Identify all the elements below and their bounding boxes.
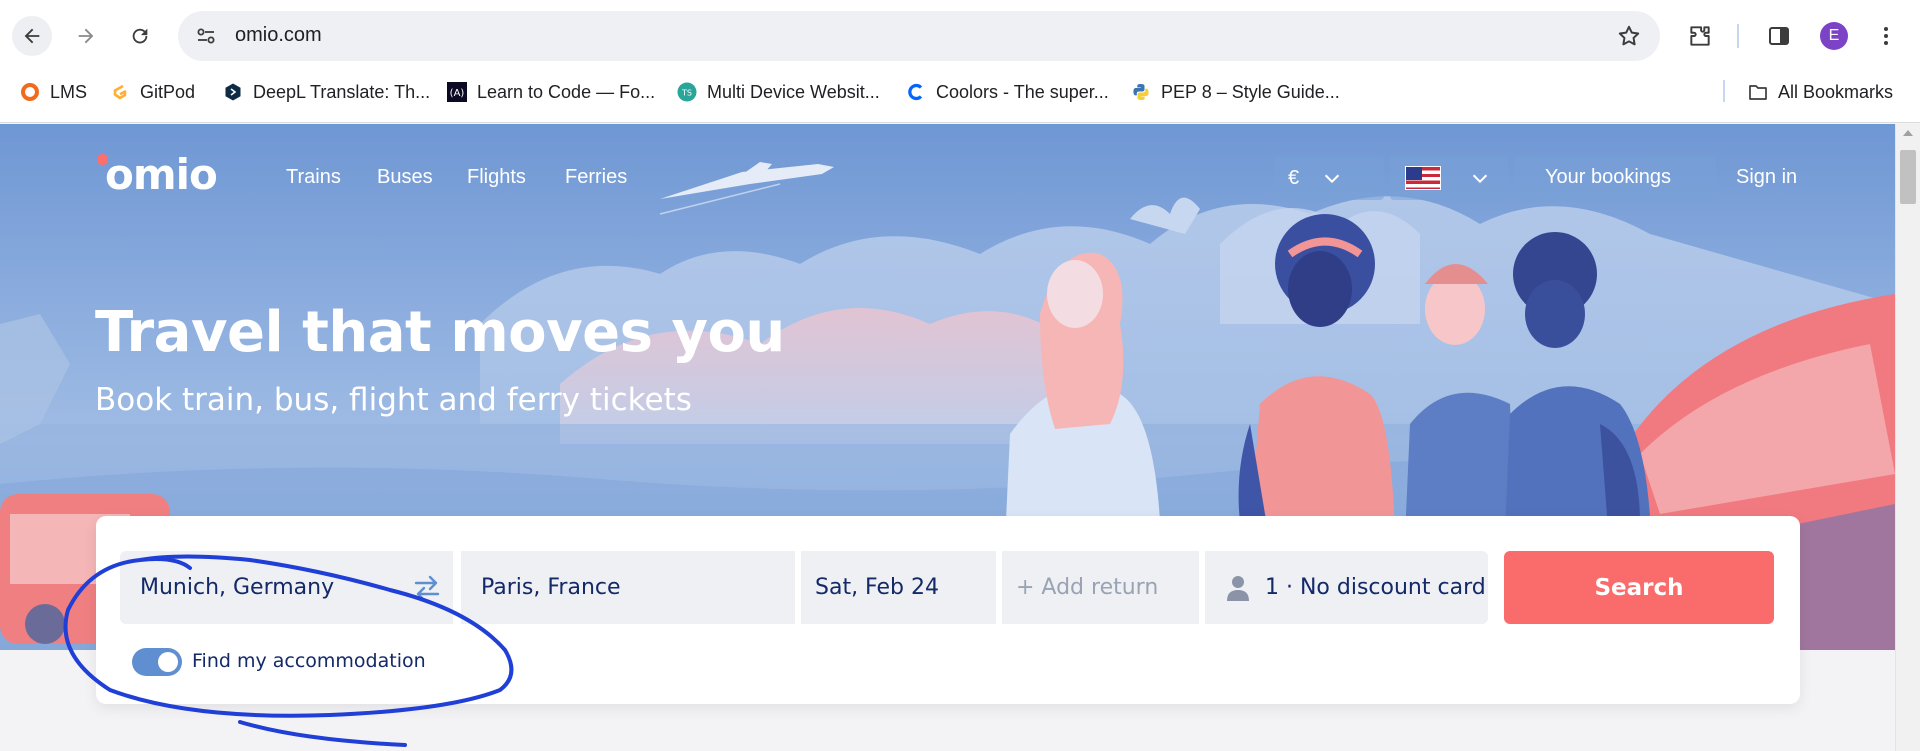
- arrow-right-icon: [78, 28, 94, 44]
- nav-trains[interactable]: Trains: [286, 166, 341, 189]
- add-return-field[interactable]: + Add return: [1002, 551, 1199, 624]
- svg-text:TS: TS: [681, 89, 692, 98]
- lms-icon: [20, 82, 40, 102]
- bookmark-label: Coolors - The super...: [936, 81, 1109, 102]
- bookmark-gitpod[interactable]: GitPod: [110, 78, 195, 106]
- bookmarks-divider: [1723, 80, 1725, 102]
- hero-subtitle: Book train, bus, flight and ferry ticket…: [95, 382, 692, 418]
- all-bookmarks-label: All Bookmarks: [1778, 81, 1894, 102]
- scroll-up-arrow-icon[interactable]: [1903, 130, 1913, 136]
- toolbar-divider: [1737, 24, 1739, 48]
- sign-in-link[interactable]: Sign in: [1736, 166, 1797, 189]
- swap-icon[interactable]: [412, 574, 442, 602]
- accommodation-label: Find my accommodation: [192, 650, 426, 672]
- site-settings-icon[interactable]: [194, 24, 218, 48]
- bookmark-deepl[interactable]: DeepL Translate: Th...: [223, 78, 430, 106]
- chevron-down-icon: [1472, 174, 1488, 184]
- bookmark-label: GitPod: [140, 81, 196, 102]
- chrome-menu-button[interactable]: [1872, 22, 1900, 50]
- hero-title: Travel that moves you: [95, 300, 785, 365]
- folder-icon: [1748, 82, 1768, 102]
- back-button[interactable]: [12, 16, 52, 56]
- bookmark-label: DeepL Translate: Th...: [253, 81, 431, 102]
- person-icon: [1227, 575, 1249, 601]
- bookmarks-bar: LMS GitPod DeepL Translate: Th... (A) Le…: [0, 78, 1920, 114]
- departure-date-field[interactable]: Sat, Feb 24: [801, 551, 996, 624]
- bookmark-label: Learn to Code — Fo...: [477, 81, 656, 102]
- return-placeholder: + Add return: [1016, 575, 1159, 600]
- language-selector[interactable]: [1390, 156, 1508, 200]
- freecodecamp-icon: (A): [447, 82, 467, 102]
- to-field[interactable]: Paris, France: [461, 551, 795, 624]
- address-bar[interactable]: omio.com: [178, 11, 1660, 61]
- nav-flights[interactable]: Flights: [467, 166, 526, 189]
- currency-symbol: €: [1288, 166, 1300, 189]
- nav-ferries[interactable]: Ferries: [565, 166, 627, 189]
- omio-logo[interactable]: omio: [105, 150, 218, 199]
- passengers-field[interactable]: 1 · No discount card: [1205, 551, 1488, 624]
- bookmark-label: LMS: [50, 81, 88, 102]
- side-panel-button[interactable]: [1765, 22, 1793, 50]
- more-vertical-icon: [1884, 27, 1888, 45]
- ts-icon: TS: [677, 82, 697, 102]
- nav-buses[interactable]: Buses: [377, 166, 433, 189]
- search-card: Munich, Germany Paris, France Sat, Feb 2…: [96, 516, 1800, 704]
- bookmark-lms[interactable]: LMS: [20, 78, 87, 106]
- bookmark-label: Multi Device Websit...: [707, 81, 880, 102]
- browser-chrome: omio.com E LMS GitPod DeepL Translate: T…: [0, 0, 1920, 123]
- page-viewport: omio Trains Buses Flights Ferries € Your…: [0, 124, 1920, 751]
- coolors-icon: [906, 82, 926, 102]
- bookmark-star-icon[interactable]: [1616, 23, 1642, 49]
- all-bookmarks-button[interactable]: All Bookmarks: [1748, 78, 1893, 106]
- arrow-left-icon: [24, 28, 40, 44]
- reload-button[interactable]: [120, 16, 160, 56]
- python-icon: [1131, 82, 1151, 102]
- deepl-icon: [223, 82, 243, 102]
- us-flag-icon: [1405, 166, 1441, 190]
- scrollbar-thumb[interactable]: [1900, 150, 1916, 204]
- url-text[interactable]: omio.com: [235, 24, 322, 47]
- toggle-knob: [158, 652, 178, 672]
- puzzle-icon: [1690, 26, 1710, 46]
- bookmark-coolors[interactable]: Coolors - The super...: [906, 78, 1109, 106]
- from-field[interactable]: Munich, Germany: [120, 551, 453, 624]
- profile-avatar[interactable]: E: [1820, 22, 1848, 50]
- bookmark-label: PEP 8 – Style Guide...: [1161, 81, 1340, 102]
- side-panel-icon: [1769, 27, 1789, 45]
- bookmark-pep8[interactable]: PEP 8 – Style Guide...: [1131, 78, 1340, 106]
- bookmark-freecodecamp[interactable]: (A) Learn to Code — Fo...: [447, 78, 655, 106]
- svg-text:(A): (A): [450, 88, 465, 99]
- forward-button[interactable]: [66, 16, 106, 56]
- passengers-value: 1 · No discount card: [1265, 575, 1486, 600]
- from-value: Munich, Germany: [140, 575, 335, 600]
- to-value: Paris, France: [481, 575, 621, 600]
- date-value: Sat, Feb 24: [815, 575, 939, 600]
- search-button[interactable]: Search: [1504, 551, 1774, 624]
- currency-selector[interactable]: €: [1274, 156, 1384, 200]
- bookmark-multi-device[interactable]: TS Multi Device Websit...: [677, 78, 880, 106]
- chevron-down-icon: [1324, 174, 1340, 184]
- your-bookings-link[interactable]: Your bookings: [1545, 166, 1671, 189]
- page-scrollbar[interactable]: [1895, 124, 1920, 751]
- gitpod-icon: [110, 82, 130, 102]
- extensions-button[interactable]: [1686, 22, 1714, 50]
- reload-icon: [132, 28, 148, 44]
- accommodation-toggle[interactable]: [132, 648, 182, 676]
